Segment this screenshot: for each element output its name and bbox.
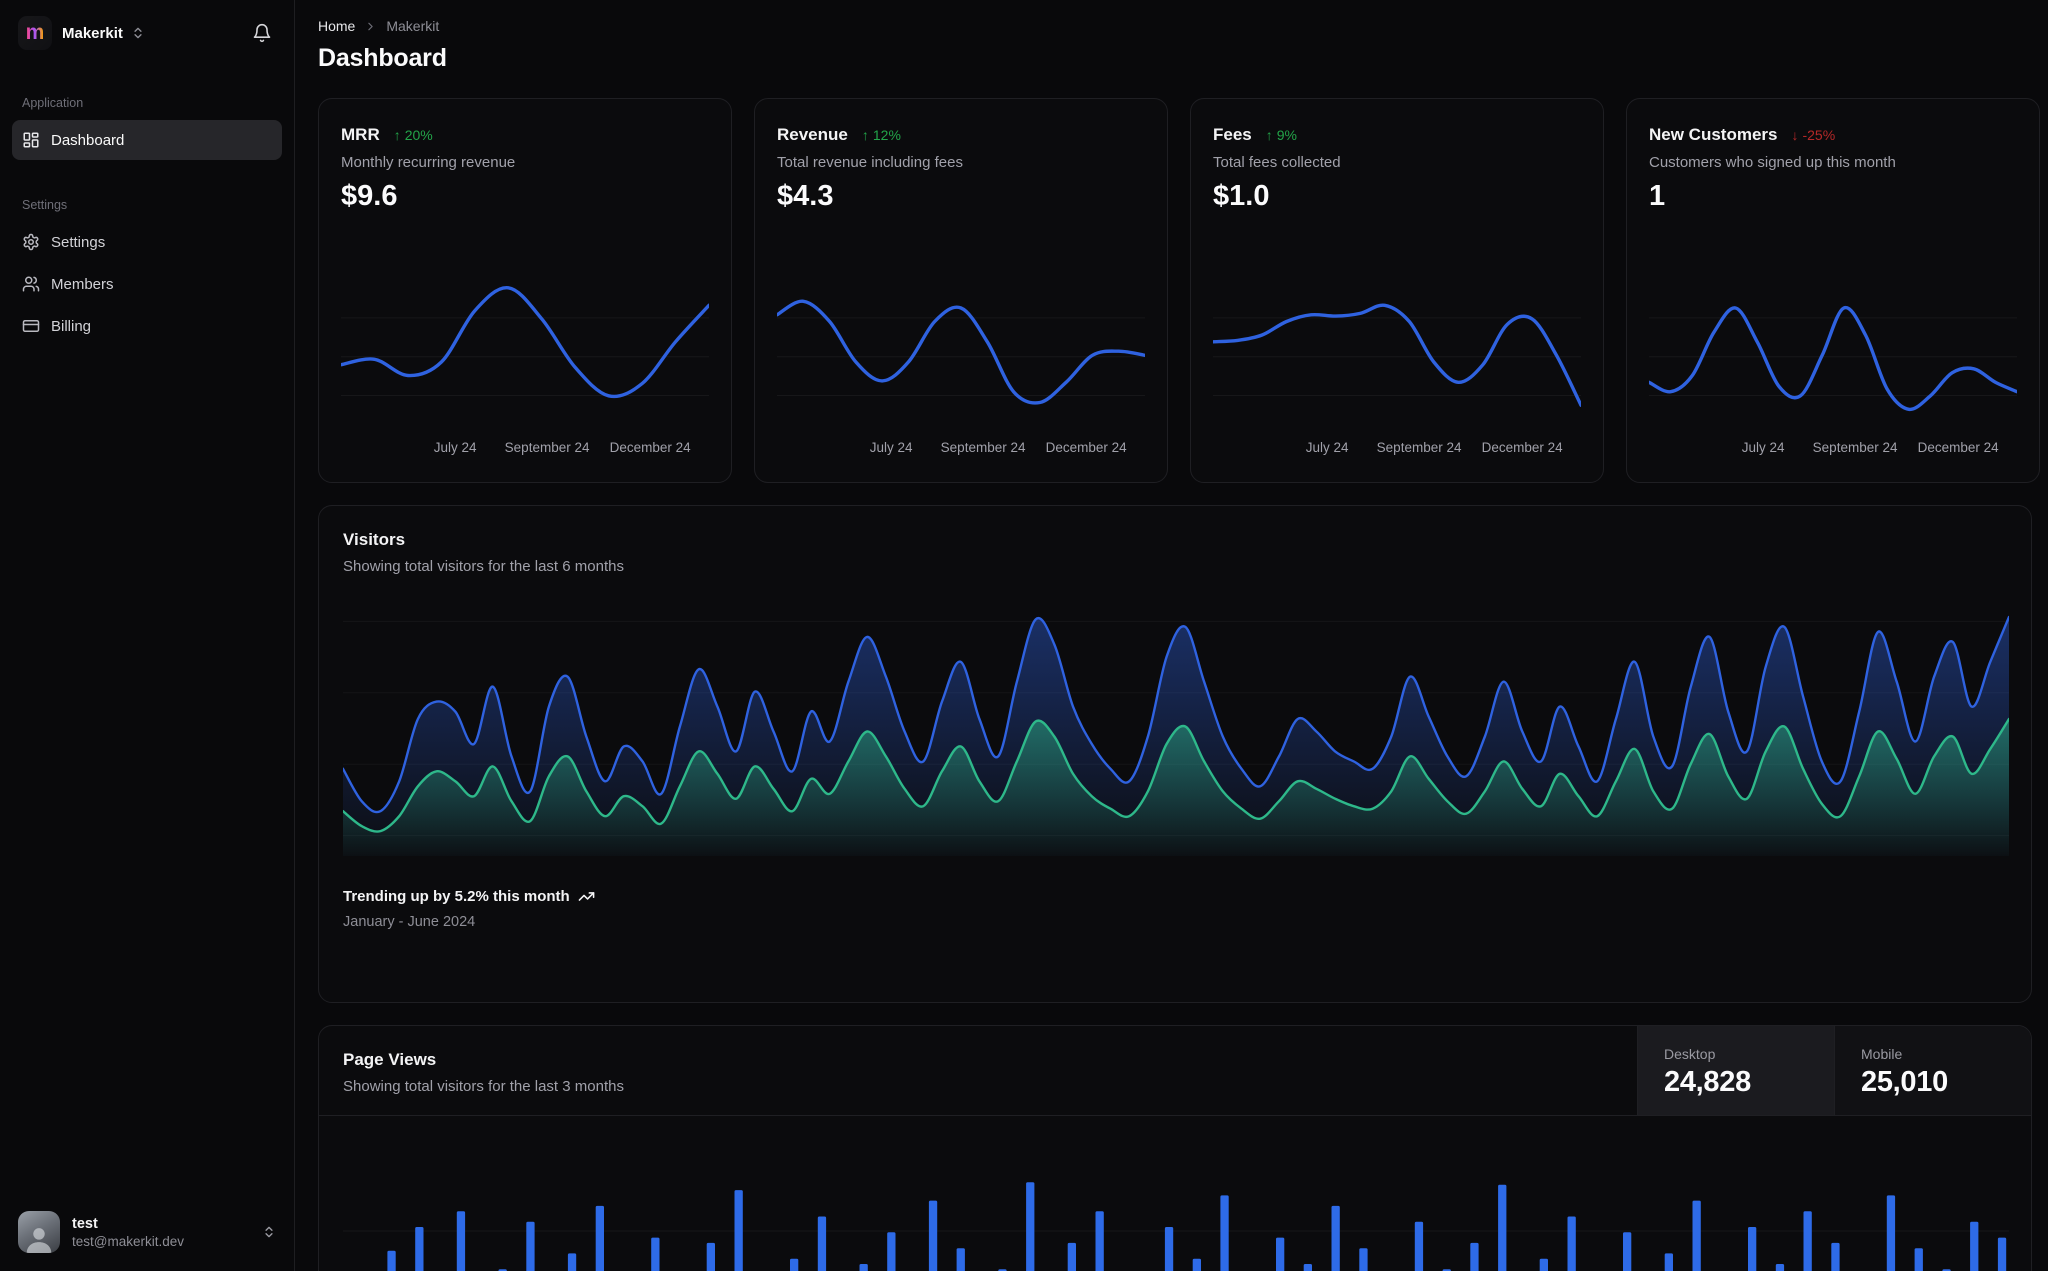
notifications-bell-icon[interactable] xyxy=(248,19,276,47)
main-content: Home Makerkit Dashboard MRR ↑ 20% Monthl… xyxy=(296,0,2048,1271)
dashboard-page: { "sidebar": { "workspace": "Makerkit", … xyxy=(0,0,2048,1271)
trend-badge: ↑ 9% xyxy=(1266,127,1297,143)
stat-title: New Customers xyxy=(1649,125,1778,144)
trend-badge: ↑ 20% xyxy=(394,127,433,143)
stat-value: $4.3 xyxy=(777,180,834,212)
sidebar-item-label: Settings xyxy=(51,233,106,251)
visitors-title: Visitors xyxy=(343,530,406,549)
trend-value: 9% xyxy=(1276,127,1297,143)
breadcrumb-current: Makerkit xyxy=(386,18,440,34)
sidebar-item-dashboard[interactable]: Dashboard xyxy=(12,120,282,160)
sidebar-item-label: Members xyxy=(51,275,114,293)
x-tick: December 24 xyxy=(609,440,691,455)
settings-gear-icon xyxy=(22,233,40,251)
stat-subtitle: Monthly recurring revenue xyxy=(341,154,516,171)
stat-subtitle: Customers who signed up this month xyxy=(1649,154,1896,171)
breadcrumb-home-link[interactable]: Home xyxy=(318,18,355,34)
stat-title: MRR xyxy=(341,125,380,144)
trend-up-arrow-icon: ↑ xyxy=(393,127,401,143)
trend-up-arrow-icon: ↑ xyxy=(1265,127,1273,143)
visitors-subtitle: Showing total visitors for the last 6 mo… xyxy=(343,558,624,575)
new-customers-sparkline-chart xyxy=(1649,305,2017,412)
stat-value: $1.0 xyxy=(1213,180,1270,212)
page-views-toggle: Desktop 24,828 Mobile 25,010 xyxy=(1637,1026,2031,1115)
trend-value: -25% xyxy=(1802,127,1836,143)
sidebar-item-label: Billing xyxy=(51,317,92,335)
x-axis-labels: July 24 September 24 December 24 xyxy=(777,440,1145,458)
trend-badge: ↓ -25% xyxy=(1791,127,1835,143)
revenue-sparkline-chart xyxy=(777,299,1145,405)
sidebar-item-label: Dashboard xyxy=(51,131,125,149)
workspace-name: Makerkit xyxy=(62,24,123,42)
visitors-card: Visitors Showing total visitors for the … xyxy=(318,505,2032,1003)
trend-value: 20% xyxy=(404,127,433,143)
stat-value: $9.6 xyxy=(341,180,398,212)
x-axis-labels: July 24 September 24 December 24 xyxy=(341,440,709,458)
trending-up-icon xyxy=(578,888,595,905)
visitors-trend-text: Trending up by 5.2% this month xyxy=(343,888,570,905)
x-tick: September 24 xyxy=(1812,440,1898,455)
x-axis-labels: July 24 September 24 December 24 xyxy=(1649,440,2017,458)
sidebar-item-settings[interactable]: Settings xyxy=(12,222,282,262)
stat-card-fees: Fees ↑ 9% Total fees collected $1.0 July… xyxy=(1190,98,1604,483)
x-tick: September 24 xyxy=(1376,440,1462,455)
desktop-total: 24,828 xyxy=(1664,1066,1751,1098)
stat-title: Fees xyxy=(1213,125,1252,144)
visitors-area-chart xyxy=(343,615,2009,856)
sidebar-item-members[interactable]: Members xyxy=(12,264,282,304)
breadcrumb: Home Makerkit xyxy=(318,18,2032,34)
mobile-total: 25,010 xyxy=(1861,1066,1948,1098)
page-views-subtitle: Showing total visitors for the last 3 mo… xyxy=(343,1078,624,1095)
stat-title: Revenue xyxy=(777,125,848,144)
x-tick: December 24 xyxy=(1917,440,1999,455)
tab-mobile[interactable]: Mobile 25,010 xyxy=(1834,1026,2031,1115)
workspace-switcher[interactable]: m Makerkit xyxy=(12,14,282,52)
tab-label: Mobile xyxy=(1861,1046,1903,1062)
user-email: test@makerkit.dev xyxy=(72,1233,184,1249)
page-title: Dashboard xyxy=(318,44,447,72)
members-users-icon xyxy=(22,275,40,293)
stat-subtitle: Total revenue including fees xyxy=(777,154,963,171)
x-tick: July 24 xyxy=(869,440,913,455)
stat-cards-row: MRR ↑ 20% Monthly recurring revenue $9.6… xyxy=(318,98,2040,483)
x-tick: September 24 xyxy=(504,440,590,455)
page-views-card: Page Views Showing total visitors for th… xyxy=(318,1025,2032,1271)
sidebar: m Makerkit Application Dashboard Setting… xyxy=(0,0,295,1271)
section-label-application: Application xyxy=(22,96,84,110)
x-tick: September 24 xyxy=(940,440,1026,455)
stat-card-new-customers: New Customers ↓ -25% Customers who signe… xyxy=(1626,98,2040,483)
stat-subtitle: Total fees collected xyxy=(1213,154,1341,171)
dashboard-icon xyxy=(22,131,40,149)
user-avatar xyxy=(18,1211,60,1253)
user-name: test xyxy=(72,1215,98,1232)
tab-label: Desktop xyxy=(1664,1046,1716,1062)
mrr-sparkline-chart xyxy=(341,286,709,399)
stat-card-mrr: MRR ↑ 20% Monthly recurring revenue $9.6… xyxy=(318,98,732,483)
chevron-right-icon xyxy=(364,20,377,33)
trend-up-arrow-icon: ↑ xyxy=(861,127,869,143)
sidebar-item-billing[interactable]: Billing xyxy=(12,306,282,346)
visitors-date-range: January - June 2024 xyxy=(343,914,476,930)
trend-value: 12% xyxy=(872,127,901,143)
page-views-title: Page Views xyxy=(343,1050,437,1069)
trend-down-arrow-icon: ↓ xyxy=(1791,127,1799,143)
makerkit-logo: m xyxy=(18,16,52,50)
stat-card-revenue: Revenue ↑ 12% Total revenue including fe… xyxy=(754,98,1168,483)
trend-badge: ↑ 12% xyxy=(862,127,901,143)
section-label-settings: Settings xyxy=(22,198,68,212)
billing-credit-card-icon xyxy=(22,317,40,335)
x-tick: July 24 xyxy=(1305,440,1349,455)
x-tick: December 24 xyxy=(1481,440,1563,455)
tab-desktop[interactable]: Desktop 24,828 xyxy=(1637,1026,1834,1115)
chevrons-up-down-icon xyxy=(131,26,145,40)
user-menu[interactable]: test test@makerkit.dev xyxy=(12,1207,282,1257)
x-tick: July 24 xyxy=(1741,440,1785,455)
chevrons-up-down-icon xyxy=(262,1225,276,1239)
stat-value: 1 xyxy=(1649,180,1666,212)
fees-sparkline-chart xyxy=(1213,303,1581,407)
x-tick: July 24 xyxy=(433,440,477,455)
page-views-bar-chart xyxy=(343,1182,2009,1271)
x-tick: December 24 xyxy=(1045,440,1127,455)
x-axis-labels: July 24 September 24 December 24 xyxy=(1213,440,1581,458)
